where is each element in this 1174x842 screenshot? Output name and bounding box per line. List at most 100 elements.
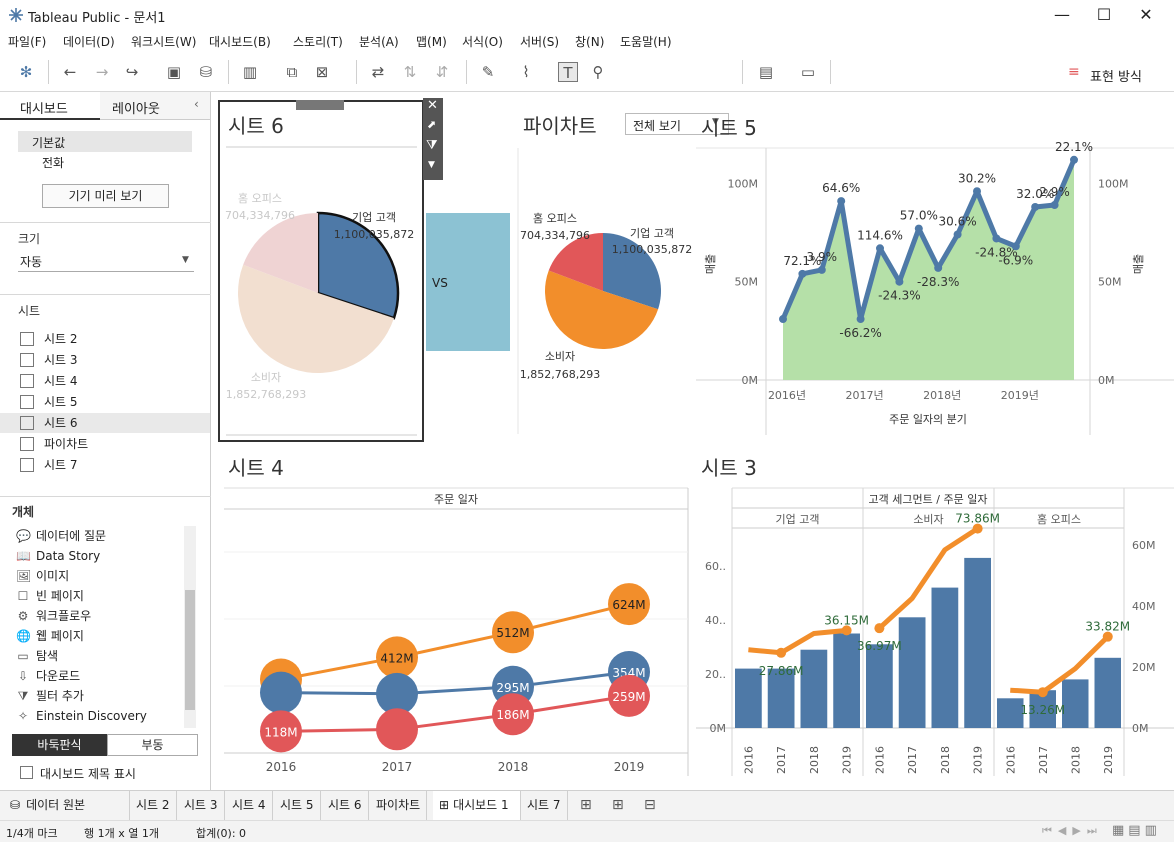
sort-asc-icon[interactable]: ⇅ — [400, 62, 420, 82]
x-tick-label: 2017 — [775, 746, 788, 774]
new-worksheet-icon[interactable]: ▥ — [240, 62, 260, 82]
tab-sheet7[interactable]: 시트 7 — [521, 791, 568, 820]
x-tick-label: 2017년 — [846, 389, 884, 402]
menu-format[interactable]: 서식(O) — [462, 33, 503, 50]
y-tick-label: 60.. — [705, 560, 726, 573]
menu-analysis[interactable]: 분석(A) — [359, 33, 399, 50]
y-tick-label-right: 40M — [1132, 600, 1156, 613]
title-bar: Tableau Public - 문서1 — ☐ ✕ — [0, 0, 1174, 30]
device-default[interactable]: 기본값 — [18, 131, 192, 152]
bar — [833, 633, 860, 728]
tab-sheet3[interactable]: 시트 3 — [178, 791, 225, 820]
size-select[interactable]: 자동 ▼ — [18, 250, 194, 272]
menu-data[interactable]: 데이터(D) — [63, 33, 115, 50]
sheet-item[interactable]: 시트 2 — [20, 329, 210, 349]
pie-label: 소비자 — [545, 350, 575, 363]
collapse-icon[interactable]: ‹ — [194, 97, 199, 111]
tiled-button[interactable]: 바둑판식 — [12, 734, 107, 756]
sheet-item[interactable]: 시트 5 — [20, 392, 210, 412]
sheet-item[interactable]: 시트 4 — [20, 371, 210, 391]
sheet-used-icon — [20, 416, 34, 430]
dashboard-canvas: ✕ ⬈ ⧩ ▼ 시트 6 VS 파이차트 시트 5 시트 4 시트 3 기업 고… — [212, 92, 1174, 790]
sheet-item[interactable]: 시트 7 — [20, 455, 210, 475]
new-worksheet-icon[interactable]: ⊞ — [580, 797, 592, 813]
tab-datasource[interactable]: ⛁ 데이터 원본 — [0, 791, 130, 820]
data-label: 36.15M — [824, 613, 869, 627]
duplicate-sheet-icon[interactable]: ⧉ — [282, 62, 302, 82]
device-phone[interactable]: 전화 — [42, 154, 64, 171]
sheet-tab-bar: ⛁ 데이터 원본 시트 2 시트 3 시트 4 시트 5 시트 6 파이차트 ⊞ 대… — [0, 790, 1174, 820]
replay-icon[interactable]: ↪ — [122, 62, 142, 82]
y-tick-label: 50M — [735, 276, 759, 289]
menu-map[interactable]: 맵(M) — [416, 33, 447, 50]
tab-dashboard[interactable]: 대시보드 — [0, 92, 100, 120]
tab-dashboard1[interactable]: ⊞ 대시보드 1 — [433, 791, 521, 820]
text-label-icon[interactable]: T — [558, 62, 578, 82]
menu-server[interactable]: 서버(S) — [520, 33, 559, 50]
highlight-icon[interactable]: ✎ — [478, 62, 498, 82]
new-datasource-icon[interactable]: ⛁ — [196, 62, 216, 82]
bar — [800, 649, 828, 728]
chevron-down-icon: ▼ — [182, 255, 189, 265]
menu-story[interactable]: 스토리(T) — [293, 33, 343, 50]
menu-dashboard[interactable]: 대시보드(B) — [209, 33, 271, 50]
object-label: Data Story — [36, 549, 101, 563]
new-story-icon[interactable]: ⊟ — [644, 797, 656, 813]
tab-sheet4[interactable]: 시트 4 — [226, 791, 273, 820]
data-point — [953, 230, 962, 239]
menu-worksheet[interactable]: 워크시트(W) — [131, 33, 196, 50]
pin-icon[interactable]: ⚲ — [588, 62, 608, 82]
x-tick-label: 2019 — [841, 746, 854, 774]
data-point — [1011, 242, 1020, 251]
object-icon: ⧩ — [17, 689, 29, 703]
data-point — [934, 263, 943, 272]
data-label: 2.9% — [1039, 185, 1070, 199]
x-tick-label: 2017 — [906, 746, 919, 774]
x-tick-label: 2018 — [808, 746, 821, 774]
presentation-icon[interactable]: ▭ — [798, 62, 818, 82]
show-cards-icon[interactable]: ▤ — [756, 62, 776, 82]
swap-icon[interactable]: ⇄ — [368, 62, 388, 82]
sheet-item[interactable]: 시트 3 — [20, 350, 210, 370]
device-preview-button[interactable]: 기기 미리 보기 — [42, 184, 169, 208]
show-title-checkbox[interactable] — [20, 766, 33, 779]
scrollbar-thumb[interactable] — [185, 590, 195, 710]
tableau-home-icon[interactable]: ✻ — [16, 62, 36, 82]
tab-label: 대시보드 1 — [453, 798, 509, 812]
object-icon: 📖 — [16, 549, 31, 563]
floating-button[interactable]: 부동 — [107, 734, 198, 756]
sort-desc-icon[interactable]: ⇵ — [432, 62, 452, 82]
tab-sheet6[interactable]: 시트 6 — [322, 791, 369, 820]
objects-scrollbar[interactable] — [184, 526, 196, 728]
save-icon[interactable]: ▣ — [164, 62, 184, 82]
tab-sheet5[interactable]: 시트 5 — [274, 791, 321, 820]
y-tick-label-right: 20M — [1132, 661, 1156, 674]
y-tick-label-right: 100M — [1098, 177, 1129, 190]
menu-window[interactable]: 창(N) — [575, 33, 604, 50]
x-tick-label: 2018 — [498, 760, 529, 774]
sheet-item-selected[interactable]: 시트 6 — [0, 413, 210, 433]
tab-sheet2[interactable]: 시트 2 — [130, 791, 177, 820]
view-mode-icon[interactable]: ▦▤▥ — [1112, 823, 1161, 838]
tab-layout[interactable]: 레이아웃 ‹ — [100, 92, 210, 120]
menu-file[interactable]: 파일(F) — [8, 33, 46, 50]
data-label: -66.2% — [839, 326, 881, 340]
pager-icon[interactable]: ⏮◀▶⏭ — [1042, 824, 1103, 838]
y-axis-title: 매출 — [704, 254, 717, 274]
series-line — [280, 694, 630, 733]
minimize-button[interactable]: — — [1042, 2, 1082, 28]
data-point — [914, 224, 923, 233]
tab-pie[interactable]: 파이차트 — [370, 791, 428, 820]
pie-value-label: 704,334,796 — [520, 229, 590, 242]
redo-icon[interactable]: → — [92, 62, 112, 82]
menu-help[interactable]: 도움말(H) — [620, 33, 672, 50]
sheet-label: 시트 5 — [44, 395, 78, 409]
data-point — [1031, 202, 1040, 211]
new-dashboard-icon[interactable]: ⊞ — [612, 797, 624, 813]
maximize-button[interactable]: ☐ — [1084, 2, 1124, 28]
close-button[interactable]: ✕ — [1126, 2, 1166, 28]
sheet-item[interactable]: 파이차트 — [20, 434, 210, 454]
undo-icon[interactable]: ← — [60, 62, 80, 82]
attach-icon[interactable]: ⌇ — [516, 62, 536, 82]
clear-sheet-icon[interactable]: ⊠ — [312, 62, 332, 82]
